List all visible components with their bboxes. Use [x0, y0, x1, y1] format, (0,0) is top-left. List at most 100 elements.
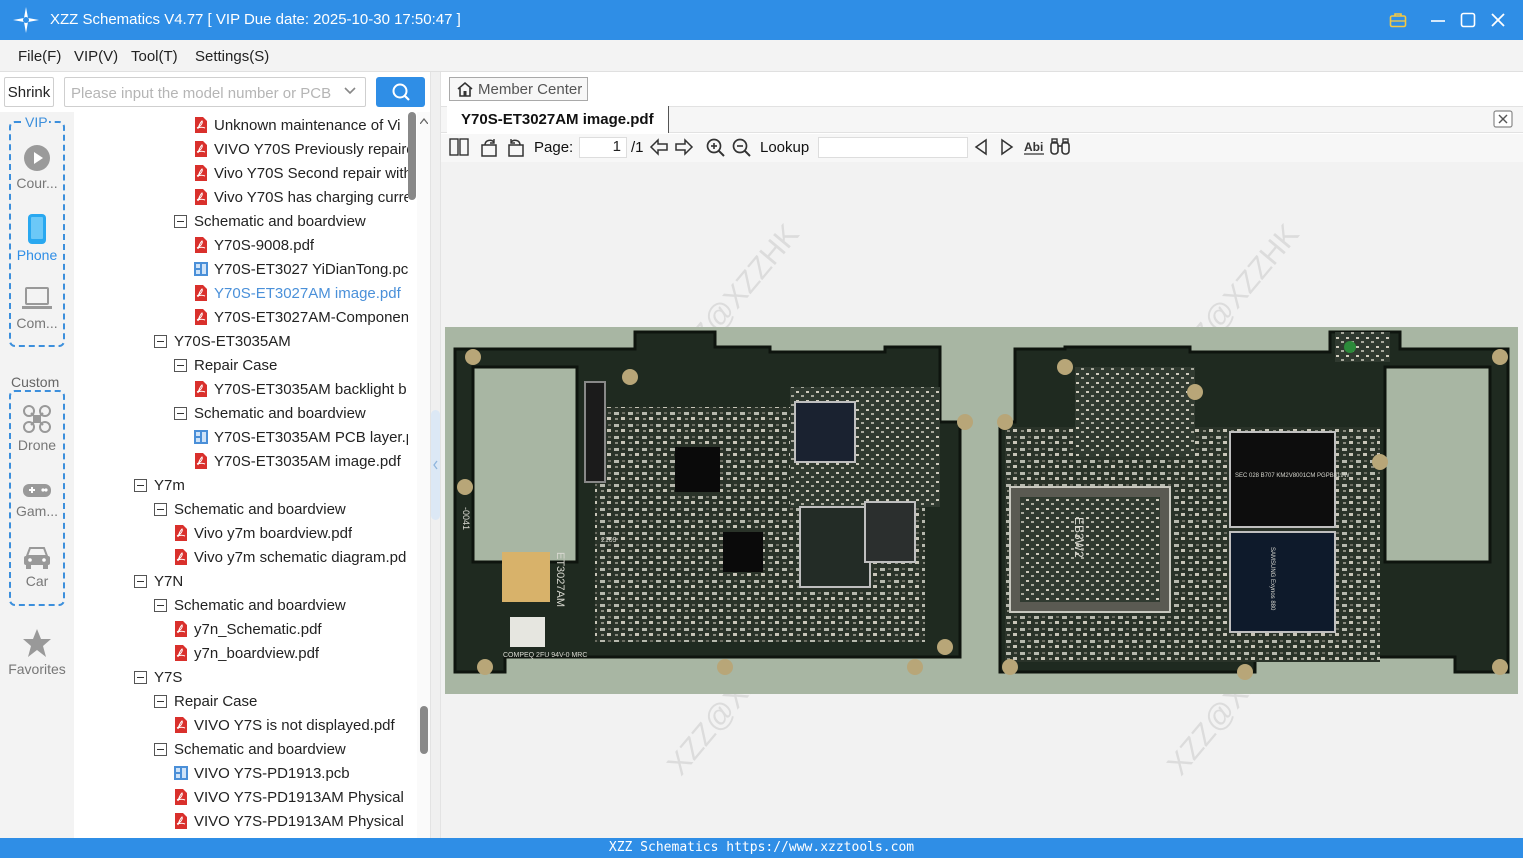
- pcb-file-icon: [194, 262, 208, 276]
- star-icon: [23, 629, 51, 657]
- tree-item-label: Y7N: [154, 572, 184, 590]
- tree-file[interactable]: VIVO Y7S is not displayed.pdf: [174, 713, 408, 737]
- tree-item-label: Unknown maintenance of Vi: [214, 116, 401, 134]
- tree-file[interactable]: VIVO Y7S-PD1913AM Physical s: [174, 809, 408, 833]
- category-drone[interactable]: Drone: [0, 404, 74, 453]
- menu-file[interactable]: File(F): [18, 48, 61, 65]
- category-phone[interactable]: Phone: [0, 214, 74, 263]
- collapse-toggle-icon[interactable]: [134, 478, 147, 492]
- collapse-toggle-icon[interactable]: [154, 502, 167, 516]
- find-previous-icon[interactable]: [973, 138, 989, 156]
- category-courses[interactable]: Cour...: [0, 144, 74, 191]
- find-next-icon[interactable]: [999, 138, 1015, 156]
- pdf-file-icon: [175, 549, 187, 565]
- tree-scroll-thumb-inner[interactable]: [408, 112, 416, 200]
- tree-file[interactable]: Y70S-9008.pdf: [194, 233, 408, 257]
- tree-folder[interactable]: Y7m: [134, 473, 408, 497]
- vip-group-label: VIP: [24, 114, 49, 130]
- tree-file[interactable]: VIVO Y7S-PD1913.pcb: [174, 761, 408, 785]
- page-number-input[interactable]: 1: [579, 137, 627, 158]
- tree-file[interactable]: Vivo y7m schematic diagram.pd: [174, 545, 408, 569]
- tree-file[interactable]: y7n_Schematic.pdf: [174, 617, 408, 641]
- tree-folder[interactable]: Schematic and boardview: [154, 497, 408, 521]
- scroll-up-icon[interactable]: [420, 118, 428, 124]
- tree-file[interactable]: y7n_boardview.pdf: [174, 641, 408, 665]
- tree-file[interactable]: Y70S-ET3035AM image.pdf: [194, 449, 408, 473]
- tree-file[interactable]: Y70S-ET3035AM PCB layer.pı: [194, 425, 408, 449]
- shrink-button[interactable]: Shrink: [4, 77, 54, 107]
- tree-file[interactable]: Vivo Y70S has charging curre: [194, 185, 408, 209]
- match-case-icon[interactable]: Abi: [1023, 138, 1045, 156]
- menu-vip[interactable]: VIP(V): [74, 48, 118, 65]
- tab-document[interactable]: Y70S-ET3027AM image.pdf: [447, 106, 669, 133]
- tree-folder[interactable]: Y7N: [134, 569, 408, 593]
- tree-file[interactable]: Vivo Y70S Second repair with: [194, 161, 408, 185]
- minimize-button[interactable]: [1424, 6, 1452, 34]
- phone-icon: [28, 214, 46, 244]
- prev-page-icon[interactable]: [649, 138, 669, 156]
- category-computer-label: Com...: [16, 315, 58, 331]
- member-center-button[interactable]: Member Center: [449, 77, 588, 101]
- tree-file[interactable]: VIVO Y7S-PD1913AM Physical l: [174, 785, 408, 809]
- page-label: Page:: [534, 139, 574, 156]
- menu-tool[interactable]: Tool(T): [131, 48, 178, 65]
- chip-label-1: EB3W2: [1072, 517, 1086, 558]
- collapse-toggle-icon[interactable]: [154, 742, 167, 756]
- lookup-input[interactable]: [818, 137, 968, 158]
- next-page-icon[interactable]: [674, 138, 694, 156]
- tree-file[interactable]: Y70S-ET3027AM-Componen: [194, 305, 408, 329]
- maximize-button[interactable]: [1454, 6, 1482, 34]
- rotate-left-icon[interactable]: [479, 138, 499, 158]
- collapse-toggle-icon[interactable]: [154, 598, 167, 612]
- menu-settings[interactable]: Settings(S): [195, 48, 269, 65]
- collapse-toggle-icon[interactable]: [134, 670, 147, 684]
- tree-folder[interactable]: Schematic and boardview: [174, 209, 408, 233]
- category-car[interactable]: Car: [0, 544, 74, 589]
- pdf-file-icon: [175, 645, 187, 661]
- collapse-toggle-icon[interactable]: [174, 406, 187, 420]
- search-input[interactable]: [71, 82, 337, 104]
- tree-folder[interactable]: Repair Case: [174, 353, 408, 377]
- tree-folder[interactable]: Schematic and boardview: [154, 737, 408, 761]
- tree-file[interactable]: Vivo y7m boardview.pdf: [174, 521, 408, 545]
- binoculars-icon[interactable]: [1049, 138, 1071, 156]
- tree-folder[interactable]: Y7S: [134, 665, 408, 689]
- splitter-handle[interactable]: [431, 410, 440, 520]
- collapse-toggle-icon[interactable]: [174, 214, 187, 228]
- tree-item-label: Y70S-ET3035AM image.pdf: [214, 452, 401, 470]
- tree-folder[interactable]: Schematic and boardview: [174, 401, 408, 425]
- tree-folder[interactable]: Schematic and boardview: [154, 593, 408, 617]
- pdf-file-icon: [195, 165, 207, 181]
- category-game[interactable]: Gam...: [0, 480, 74, 519]
- category-computer[interactable]: Com...: [0, 286, 74, 331]
- search-combobox[interactable]: [64, 77, 366, 107]
- tree-scroll-thumb[interactable]: [420, 706, 428, 754]
- category-phone-label: Phone: [16, 247, 58, 263]
- category-favorites[interactable]: Favorites: [0, 628, 74, 677]
- search-button[interactable]: [376, 77, 425, 107]
- tree-file[interactable]: Unknown maintenance of Vi: [194, 113, 408, 137]
- collapse-toggle-icon[interactable]: [134, 574, 147, 588]
- search-icon: [392, 83, 410, 101]
- briefcase-icon[interactable]: [1384, 6, 1412, 34]
- collapse-toggle-icon[interactable]: [154, 694, 167, 708]
- tree-file[interactable]: VIVO Y70S Previously repaire: [194, 137, 408, 161]
- rotate-right-icon[interactable]: [506, 138, 526, 158]
- zoom-in-icon[interactable]: [706, 138, 726, 158]
- tree-folder[interactable]: Repair Case: [154, 689, 408, 713]
- tree-file[interactable]: Y70S-ET3027 YiDianTong.pcl: [194, 257, 408, 281]
- play-icon: [24, 145, 50, 171]
- zoom-out-icon[interactable]: [732, 138, 752, 158]
- collapse-toggle-icon[interactable]: [174, 358, 187, 372]
- tree-folder[interactable]: Y70S-ET3035AM: [154, 329, 408, 353]
- chevron-down-icon[interactable]: [343, 84, 357, 98]
- pdf-file-icon: [195, 117, 207, 133]
- tree-item-label: VIVO Y7S-PD1913AM Physical l: [194, 788, 408, 806]
- collapse-toggle-icon[interactable]: [154, 334, 167, 348]
- tree-file[interactable]: Y70S-ET3035AM backlight b: [194, 377, 408, 401]
- tree-file[interactable]: Y70S-ET3027AM image.pdf: [194, 281, 408, 305]
- close-tab-icon[interactable]: [1493, 110, 1513, 128]
- close-button[interactable]: [1484, 6, 1512, 34]
- tree-item-label: Schematic and boardview: [194, 212, 366, 230]
- side-by-side-icon[interactable]: [449, 138, 469, 156]
